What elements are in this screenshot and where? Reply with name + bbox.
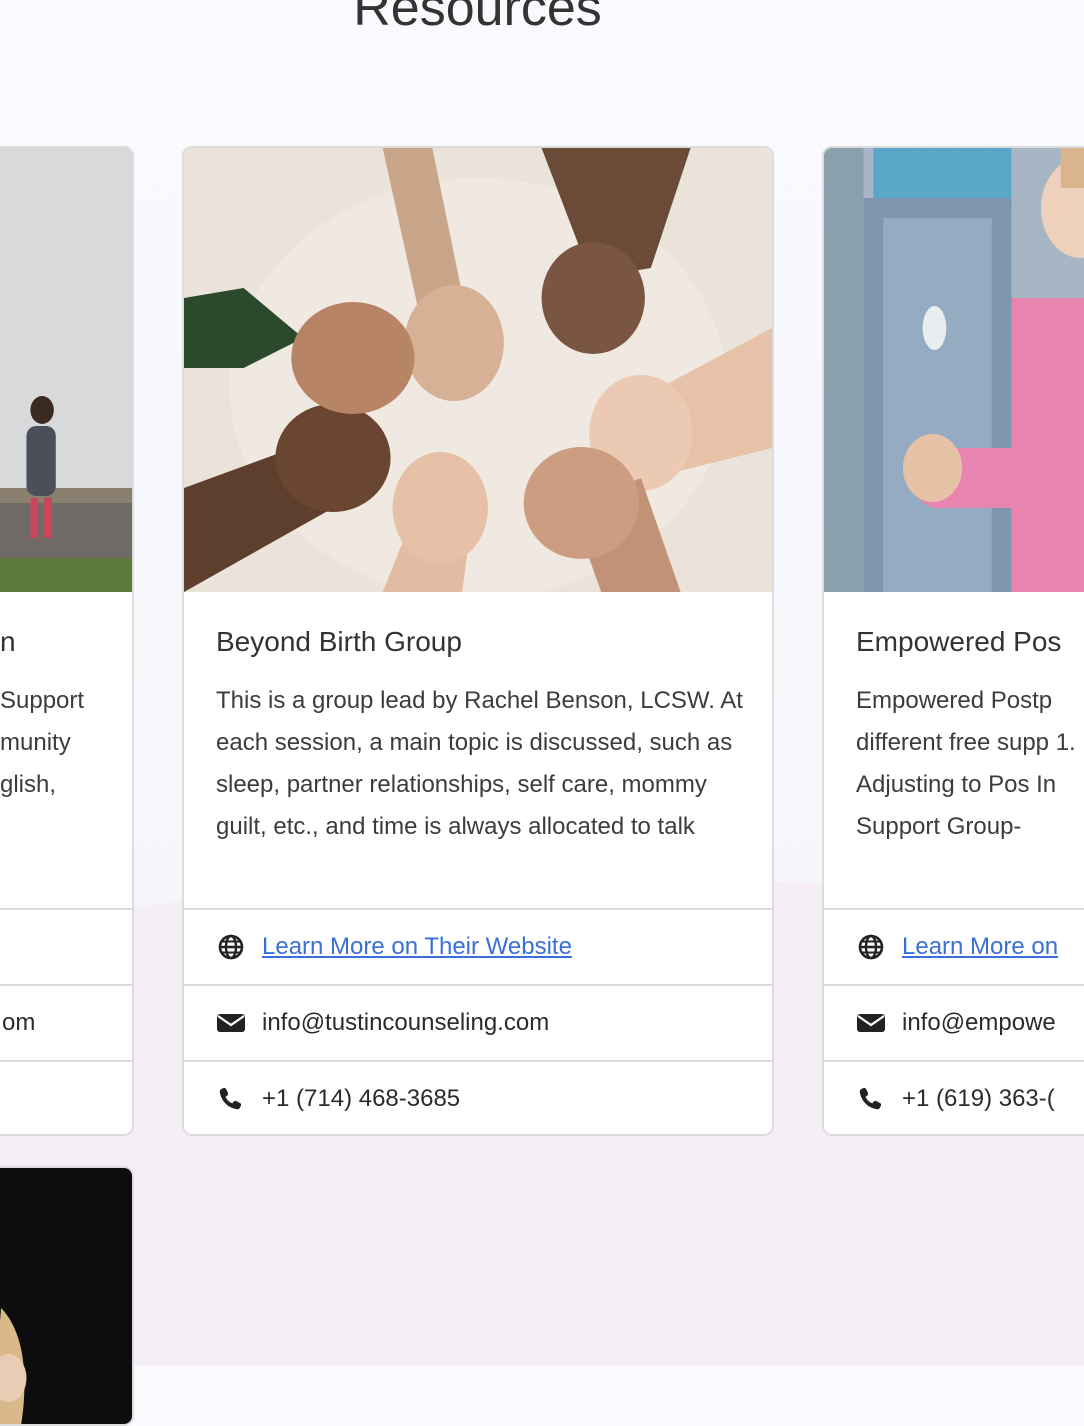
card-body: n Support munity glish,: [0, 592, 112, 908]
website-row: Learn More on Their Website: [184, 910, 772, 986]
card-body: Empowered Pos Empowered Postp different …: [856, 592, 1084, 908]
website-row: Learn More on: [824, 910, 1084, 986]
phone-row: +1 (714) 468-3685: [184, 1062, 772, 1134]
card-title: Beyond Birth Group: [216, 626, 462, 657]
card-contact-list: om: [0, 908, 132, 1134]
phone-row: +1 (619) 363-(: [824, 1062, 1084, 1134]
website-row[interactable]: [0, 910, 132, 986]
phone-text[interactable]: +1 (619) 363-(: [902, 1085, 1055, 1113]
card-contact-list: Learn More on info@empowe +1 (619) 363-(: [824, 908, 1084, 1134]
page-title: Resources: [353, 0, 602, 37]
email-text[interactable]: om: [2, 1009, 35, 1037]
globe-icon: [856, 932, 886, 962]
phone-text[interactable]: +1 (714) 468-3685: [262, 1085, 460, 1113]
email-row[interactable]: om: [0, 986, 132, 1062]
card-image-child-walking: [0, 148, 132, 592]
card-description: This is a group lead by Rachel Benson, L…: [216, 687, 743, 840]
email-row: info@empowe: [824, 986, 1084, 1062]
email-text[interactable]: info@empowe: [902, 1009, 1056, 1037]
card-contact-list: Learn More on Their Website info@tustinc…: [184, 908, 772, 1134]
email-text[interactable]: info@tustincounseling.com: [262, 1009, 549, 1037]
phone-icon: [856, 1084, 886, 1114]
resource-card[interactable]: Beyond Birth Group This is a group lead …: [182, 146, 774, 1136]
resource-card[interactable]: Empowered Pos Empowered Postp different …: [822, 146, 1084, 1136]
phone-icon: [216, 1084, 246, 1114]
card-image-portrait: [0, 1168, 132, 1424]
card-title: n: [0, 626, 16, 657]
phone-row[interactable]: [0, 1062, 132, 1134]
website-link[interactable]: Learn More on: [902, 933, 1058, 961]
envelope-icon: [856, 1008, 886, 1038]
website-link[interactable]: Learn More on Their Website: [262, 933, 572, 961]
card-description: Support munity glish,: [0, 687, 85, 798]
envelope-icon: [216, 1008, 246, 1038]
resource-card[interactable]: n Support munity glish, om: [0, 146, 134, 1136]
resource-card[interactable]: [0, 1166, 134, 1426]
card-description: Empowered Postp different free supp 1. A…: [856, 687, 1076, 858]
card-body: Beyond Birth Group This is a group lead …: [216, 592, 752, 908]
email-row: info@tustincounseling.com: [184, 986, 772, 1062]
card-image-mother-child: [824, 148, 1084, 592]
globe-icon: [216, 932, 246, 962]
card-image-fist-circle: [184, 148, 772, 592]
card-title: Empowered Pos: [856, 626, 1062, 657]
